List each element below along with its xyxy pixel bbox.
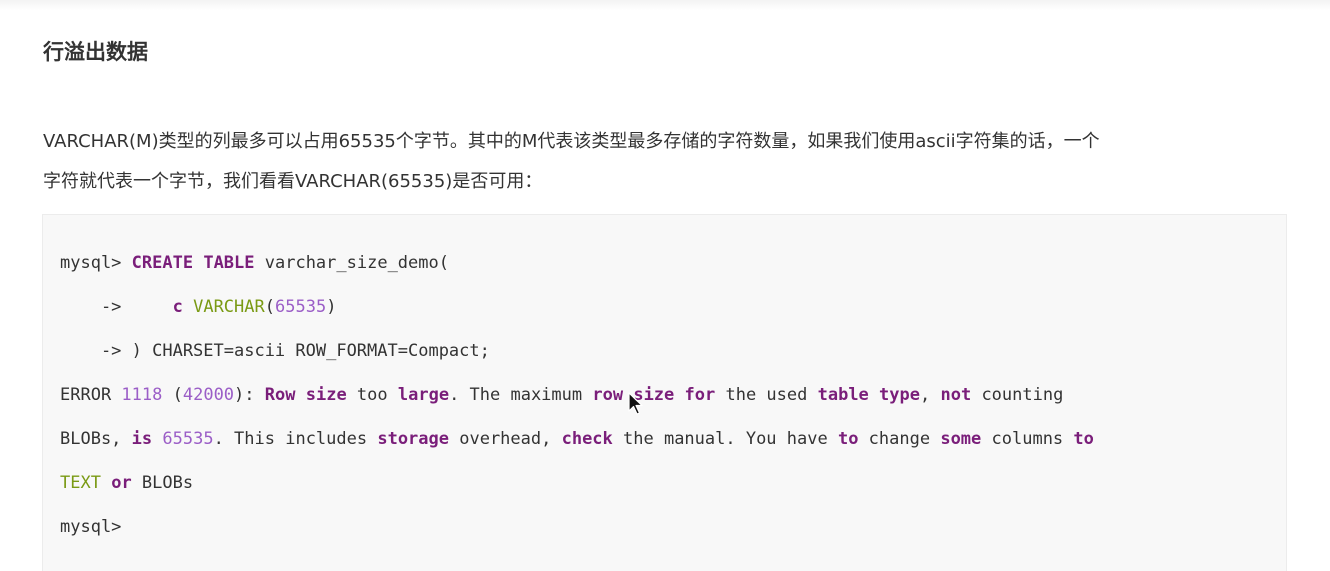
code-token: to — [837, 429, 859, 449]
code-token: BLOBs, — [60, 429, 132, 449]
code-token: mysql> — [60, 253, 132, 273]
code-token: ERROR — [60, 385, 122, 405]
paragraph-line-2: 字符就代表一个字节，我们看看VARCHAR(65535)是否可用： — [43, 171, 543, 192]
code-token: table — [817, 385, 869, 405]
code-token: CREATE — [131, 253, 194, 273]
code-token: or — [111, 473, 132, 493]
code-token: -> — [60, 297, 173, 317]
code-line-2: -> c VARCHAR(65535) — [60, 294, 337, 320]
code-line-1: mysql> CREATE TABLE varchar_size_demo( — [60, 250, 449, 276]
code-token: row — [592, 385, 624, 405]
code-token: 65535 — [162, 429, 214, 449]
code-token: TABLE — [203, 253, 255, 273]
code-token: to — [1073, 429, 1094, 449]
code-token: overhead, — [449, 429, 562, 449]
code-block: mysql> CREATE TABLE varchar_size_demo( -… — [42, 214, 1287, 571]
code-token: mysql> — [60, 517, 122, 537]
section-heading: 行溢出数据 — [43, 40, 148, 64]
code-token: 1118 — [121, 385, 163, 405]
code-token: ): — [234, 385, 265, 405]
code-token: -> ) CHARSET=ascii ROW_FORMAT=Compact; — [60, 341, 490, 361]
code-token: 65535 — [275, 297, 327, 317]
code-token: is — [131, 429, 153, 449]
code-line-6: TEXT or BLOBs — [60, 470, 193, 496]
code-token: 42000 — [182, 385, 235, 405]
code-token: size — [633, 385, 675, 405]
code-token: . This includes — [213, 429, 378, 449]
code-token: some — [940, 429, 982, 449]
code-token: columns — [981, 429, 1074, 449]
code-token: the used — [715, 385, 818, 405]
code-token: large — [397, 385, 450, 405]
code-token: for — [684, 385, 716, 405]
code-token: change — [858, 429, 941, 449]
code-token: counting — [971, 385, 1064, 405]
code-token: not — [940, 385, 972, 405]
code-token: VARCHAR — [193, 297, 265, 317]
code-line-4: ERROR 1118 (42000): Row size too large. … — [60, 382, 1063, 408]
code-token: Row — [264, 385, 296, 405]
code-token: too — [346, 385, 398, 405]
code-token: BLOBs — [131, 473, 194, 493]
code-token: , — [920, 385, 941, 405]
code-token: TEXT — [60, 473, 101, 493]
code-token: ( — [264, 297, 275, 317]
code-line-5: BLOBs, is 65535. This includes storage o… — [60, 426, 1094, 452]
code-token: check — [561, 429, 613, 449]
top-edge-shadow — [0, 0, 1330, 10]
code-token: size — [305, 385, 347, 405]
code-token: the manual. You have — [612, 429, 838, 449]
paragraph-line-1: VARCHAR(M)类型的列最多可以占用65535个字节。其中的M代表该类型最多… — [43, 131, 1100, 152]
intro-paragraph: VARCHAR(M)类型的列最多可以占用65535个字节。其中的M代表该类型最多… — [43, 122, 1293, 202]
code-token: c — [172, 297, 183, 317]
code-line-3: -> ) CHARSET=ascii ROW_FORMAT=Compact; — [60, 338, 490, 364]
code-token: . The maximum — [449, 385, 593, 405]
code-token: ( — [162, 385, 183, 405]
code-token: storage — [377, 429, 449, 449]
code-token: ) — [326, 297, 337, 317]
code-line-7: mysql> — [60, 514, 121, 540]
code-token: type — [879, 385, 920, 405]
code-token: varchar_size_demo( — [254, 253, 449, 273]
